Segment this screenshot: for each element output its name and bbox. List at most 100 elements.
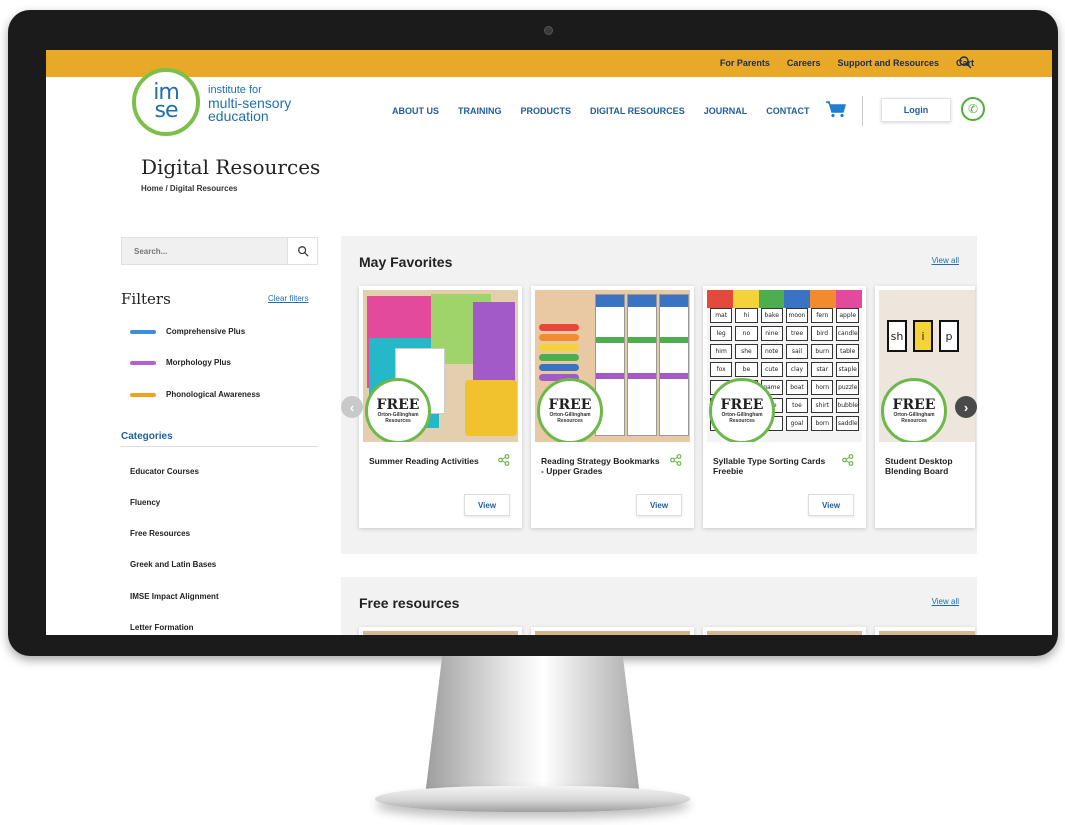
badge-free-text: FREE [376,397,420,413]
category-imse-impact-alignment[interactable]: IMSE Impact Alignment [130,592,219,601]
share-icon[interactable] [842,454,854,466]
syllable-word-card: apple [836,308,859,323]
filter-label: Phonological Awareness [166,390,261,399]
view-button[interactable]: View [808,494,854,516]
syllable-word-card: tree [785,326,809,341]
syllable-word-card: hi [735,308,758,323]
nav-digital-resources[interactable]: DIGITAL RESOURCES [590,106,685,116]
imse-logo-mark[interactable]: im se [132,68,200,136]
browser-viewport: For Parents Careers Support and Resource… [46,50,1052,635]
nav-training[interactable]: TRAINING [458,106,502,116]
resource-card[interactable]: mat hi bake moon fern apple leg no nine tree bird c… [703,286,866,528]
resource-card[interactable] [531,627,694,635]
nav-about-us[interactable]: ABOUT US [392,106,439,116]
syllable-word-card: boat [785,380,809,395]
nav-journal[interactable]: JOURNAL [704,106,748,116]
resource-card[interactable] [875,627,975,635]
share-icon[interactable] [498,454,510,466]
syllable-word-card: saddle [836,416,859,431]
view-button[interactable]: View [636,494,682,516]
filter-color-swatch [130,329,156,334]
logo-wordmark[interactable]: institute for multi-sensory education [208,84,291,123]
nav-divider [862,96,863,126]
resource-card[interactable]: FREE Orton-Gillingham Resources Reading … [531,286,694,528]
syllable-word-card: bake [760,308,783,323]
syllable-word-card: nine [760,326,783,341]
filter-phonological-awareness[interactable]: Phonological Awareness [130,390,260,399]
syllable-word-card: star [811,362,834,377]
syllable-word-card: fern [811,308,834,323]
blend-tile: p [939,320,959,352]
resource-card[interactable] [703,627,866,635]
filter-color-swatch [130,360,156,365]
badge-subtitle: Orton-Gillingham Resources [893,412,935,424]
breadcrumb[interactable]: Home / Digital Resources [141,184,237,193]
badge-free-text: FREE [720,397,764,413]
syllable-word-card: mat [710,308,733,323]
categories-divider [121,446,318,447]
search-icon [297,246,309,257]
cart-icon[interactable] [825,100,847,118]
link-for-parents[interactable]: For Parents [720,58,770,68]
logo-line-3: education [208,108,269,124]
link-careers[interactable]: Careers [787,58,821,68]
badge-subtitle: Orton-Gillingham Resources [377,412,419,424]
filter-label: Morphology Plus [166,358,231,367]
card-thumbnail: FREE Orton-Gillingham Resources [363,290,518,442]
filter-label: Comprehensive Plus [166,327,246,336]
nav-contact[interactable]: CONTACT [766,106,809,116]
phone-icon[interactable]: ✆ [961,97,985,121]
syllable-word-card: bird [811,326,834,341]
syllable-word-card: horn [811,380,834,395]
category-fluency[interactable]: Fluency [130,498,160,507]
link-support-resources[interactable]: Support and Resources [837,58,939,68]
syllable-word-card: leg [710,326,733,341]
filters-heading: Filters [121,290,171,308]
view-all-link[interactable]: View all [932,597,959,606]
syllable-word-card: toe [785,398,809,413]
card-title[interactable]: Reading Strategy Bookmarks - Upper Grade… [541,456,661,476]
blend-tile: i [913,320,933,352]
view-button[interactable]: View [464,494,510,516]
monitor-bezel: For Parents Careers Support and Resource… [8,10,1058,656]
filter-morphology-plus[interactable]: Morphology Plus [130,358,231,367]
carousel-prev-arrow[interactable]: ‹ [341,396,363,418]
section-title: Free resources [359,595,460,611]
card-thumbnail: sh i p FREE Orton-Gillingham Resources [879,290,975,442]
resource-card[interactable] [359,627,522,635]
resource-card[interactable]: FREE Orton-Gillingham Resources Summer R… [359,286,522,528]
card-title[interactable]: Syllable Type Sorting Cards Freebie [713,456,833,476]
free-badge: FREE Orton-Gillingham Resources [709,378,775,442]
free-badge: FREE Orton-Gillingham Resources [537,378,603,442]
clear-filters-link[interactable]: Clear filters [268,294,308,303]
syllable-word-card: candle [836,326,859,341]
free-badge: FREE Orton-Gillingham Resources [365,378,431,442]
view-all-link[interactable]: View all [932,256,959,265]
category-greek-latin-bases[interactable]: Greek and Latin Bases [130,560,216,569]
category-educator-courses[interactable]: Educator Courses [130,467,199,476]
share-icon[interactable] [670,454,682,466]
main-navigation: ABOUT US TRAINING PRODUCTS DIGITAL RESOU… [392,106,810,116]
search-placeholder: Search... [134,247,168,256]
syllable-word-card: sail [785,344,809,359]
category-letter-formation[interactable]: Letter Formation [130,623,194,632]
syllable-word-card: moon [785,308,809,323]
login-button[interactable]: Login [881,98,951,122]
logo-mark-bottom: se [154,98,179,123]
badge-subtitle: Orton-Gillingham Resources [721,412,763,424]
syllable-word-card: cute [760,362,783,377]
carousel-next-arrow[interactable]: › [955,396,977,418]
resource-search-field[interactable]: Search... [121,237,318,265]
badge-free-text: FREE [548,397,592,413]
category-free-resources[interactable]: Free Resources [130,529,190,538]
card-title[interactable]: Student Desktop Blending Board [885,456,971,476]
filter-comprehensive-plus[interactable]: Comprehensive Plus [130,327,245,336]
syllable-word-card: burn [811,344,834,359]
nav-products[interactable]: PRODUCTS [521,106,572,116]
card-thumbnail: mat hi bake moon fern apple leg no nine tree bird c… [707,290,862,442]
section-may-favorites: May Favorites View all FREE Orton-Gillin… [341,236,977,554]
search-icon[interactable] [958,55,972,69]
card-title[interactable]: Summer Reading Activities [369,456,489,466]
search-submit-button[interactable] [287,238,317,264]
monitor-stand-neck [425,656,640,796]
